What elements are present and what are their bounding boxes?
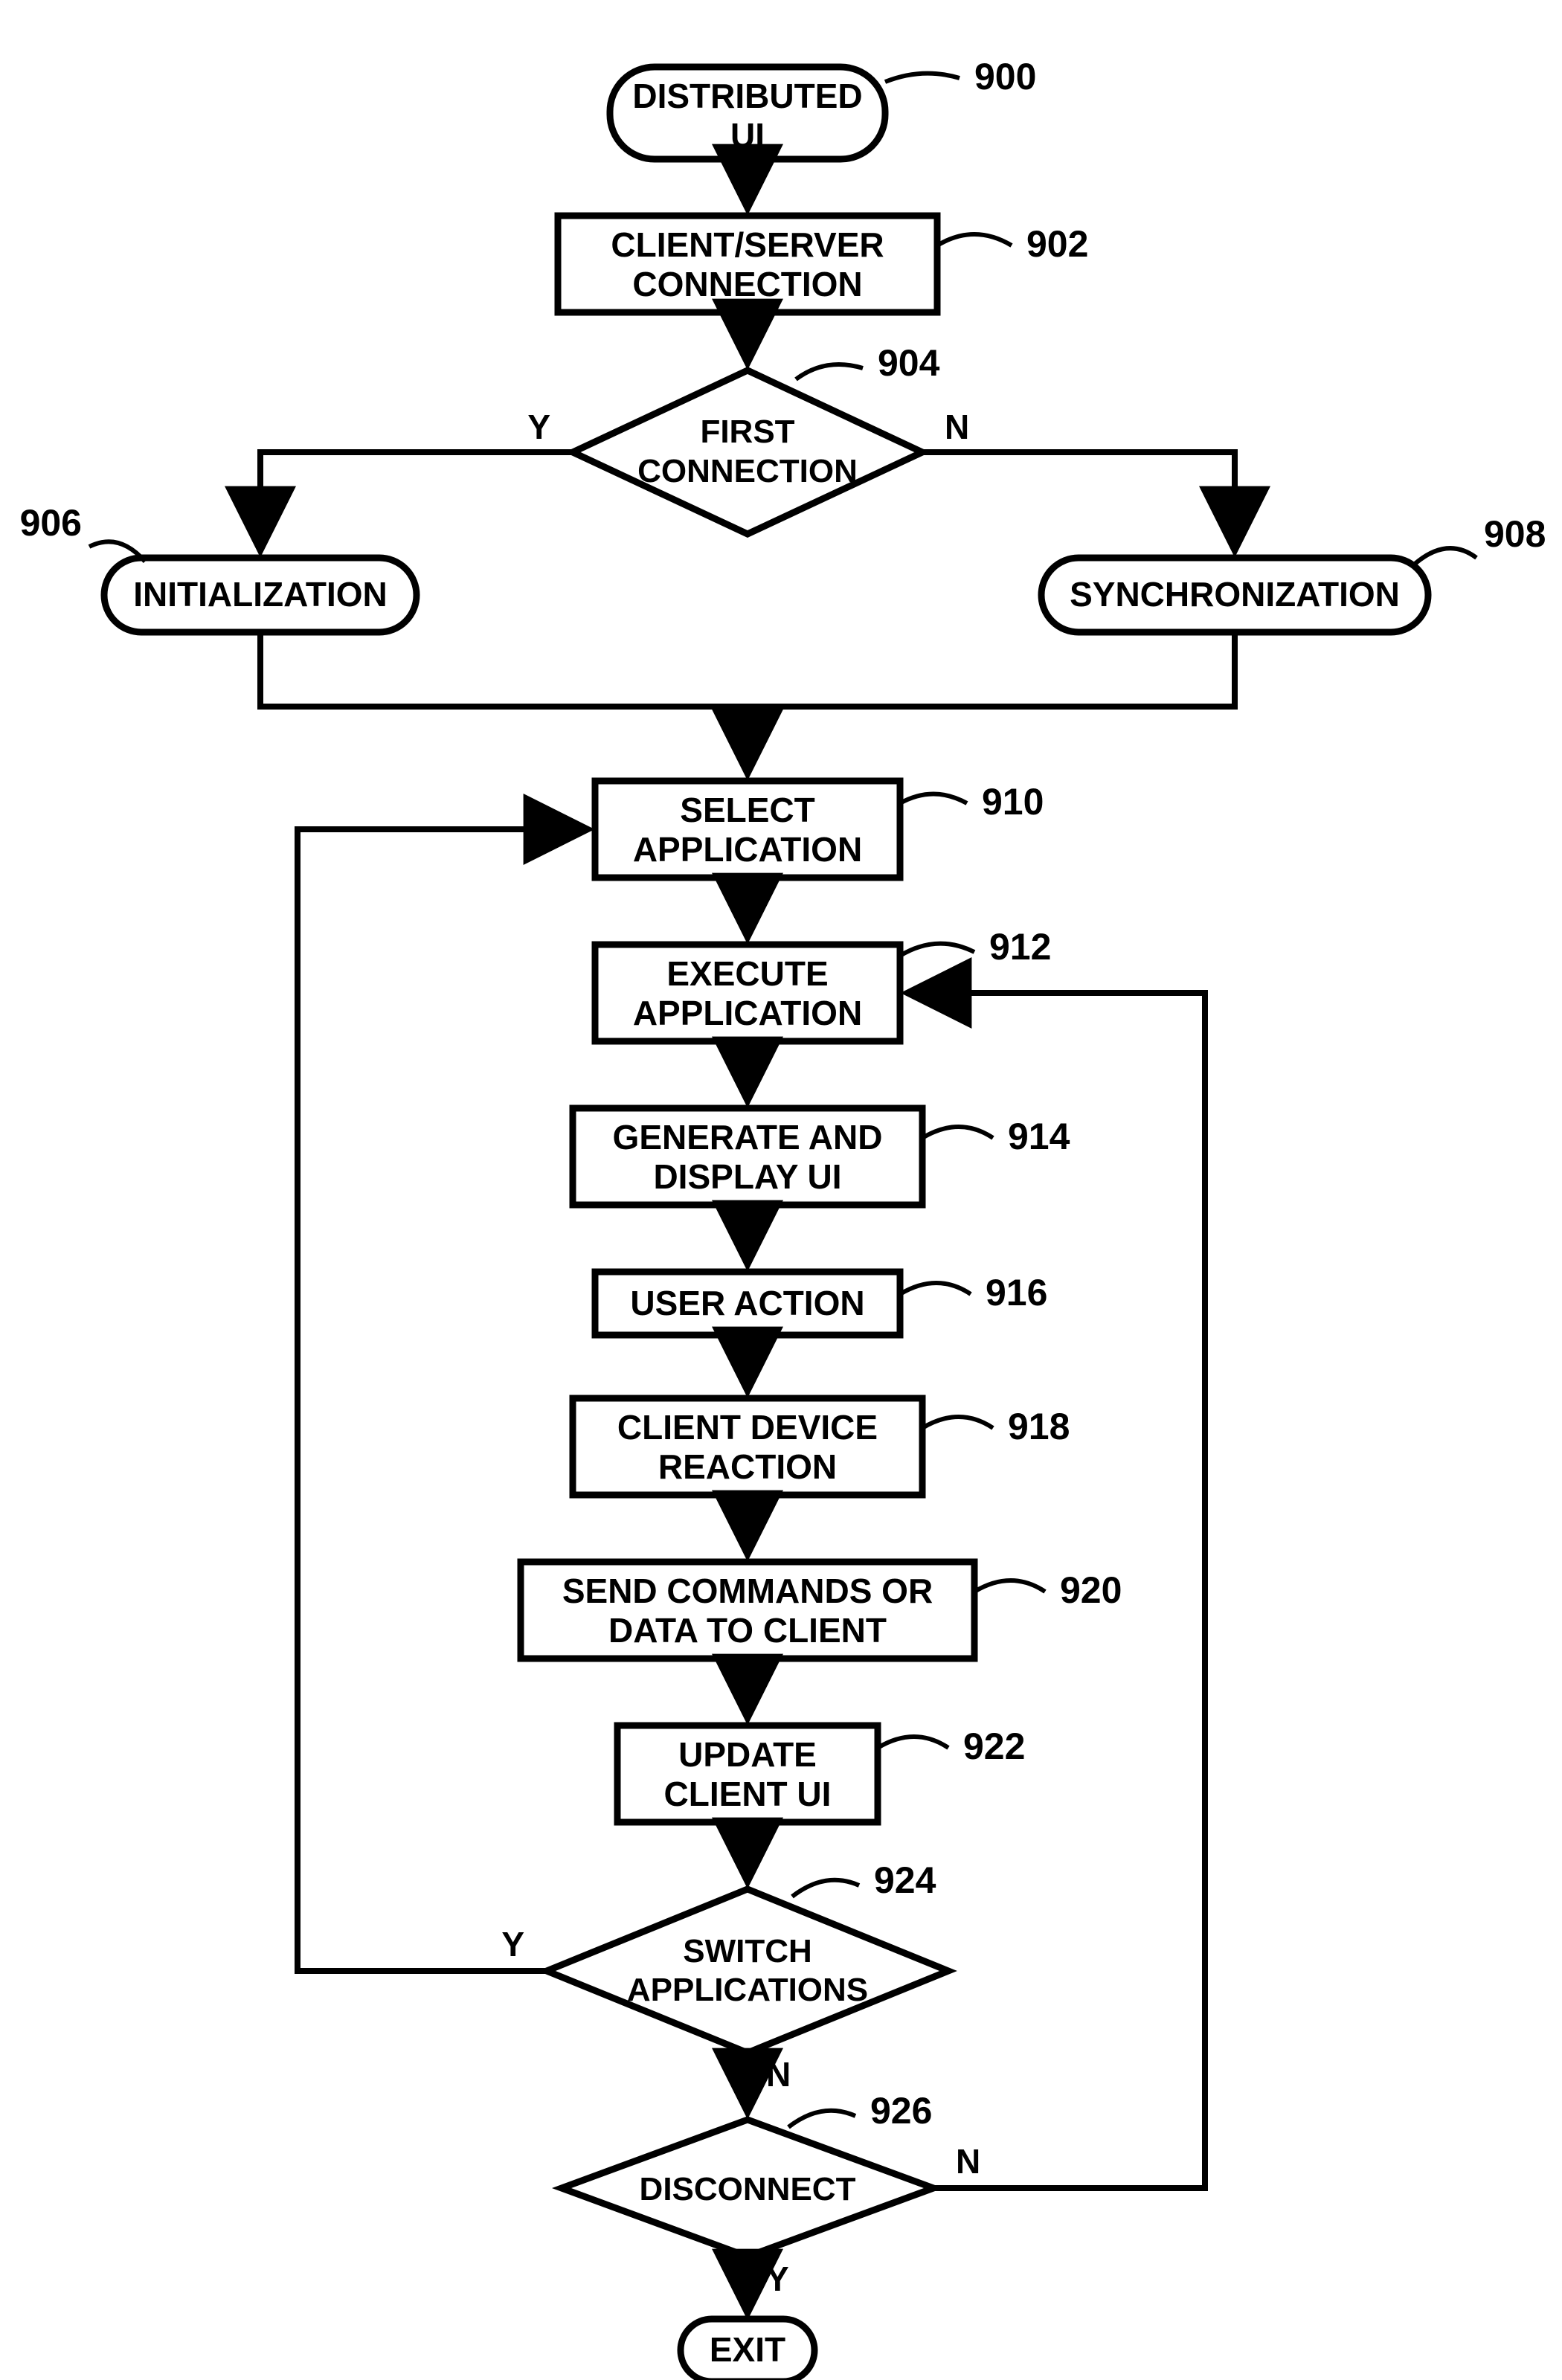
line-906-merge [260,632,748,707]
node-902-text1: CLIENT/SERVER [611,225,884,264]
ref-922: 922 [963,1726,1025,1767]
ref-leader-918 [922,1417,993,1428]
ref-904: 904 [878,342,940,384]
ref-918: 918 [1008,1406,1070,1447]
node-922-text1: UPDATE [678,1735,817,1774]
process-client-device-reaction: CLIENT DEVICE REACTION [573,1398,922,1495]
terminator-exit: EXIT [681,2319,814,2380]
ref-924: 924 [874,1859,936,1901]
node-exit-text1: EXIT [710,2330,785,2369]
process-user-action: USER ACTION [595,1272,900,1335]
node-902-text2: CONNECTION [632,265,862,303]
ref-leader-920 [974,1580,1045,1592]
line-908-merge [748,632,1235,707]
ref-leader-916 [900,1283,971,1294]
ref-902: 902 [1026,223,1088,265]
node-924-text2: APPLICATIONS [627,1972,868,2008]
node-918-text2: REACTION [658,1447,837,1486]
label-926-N: N [956,2142,980,2181]
label-926-Y: Y [766,2260,789,2298]
ref-912: 912 [989,926,1051,968]
process-select-application: SELECT APPLICATION [595,781,900,878]
node-924-text1: SWITCH [683,1933,812,1969]
process-send-commands-or-data-to-client: SEND COMMANDS OR DATA TO CLIENT [521,1562,974,1659]
node-904-text1: FIRST [700,414,794,450]
decision-disconnect: DISCONNECT [562,2120,933,2257]
label-924-N: N [766,2055,791,2094]
ref-leader-922 [878,1737,948,1748]
node-920-text2: DATA TO CLIENT [608,1611,887,1650]
node-910-text2: APPLICATION [633,830,862,869]
terminator-synchronization: SYNCHRONIZATION [1041,558,1428,632]
arrow-924-910-loop [298,829,588,1971]
ref-906: 906 [20,502,82,544]
terminator-distributed-ui: DISTRIBUTED UI [610,67,885,159]
node-900-text2: UI [730,116,765,155]
ref-leader-924 [792,1880,859,1897]
node-914-text2: DISPLAY UI [653,1157,841,1196]
node-926-text1: DISCONNECT [640,2171,856,2207]
node-900-text1: DISTRIBUTED [632,77,862,115]
node-906-text1: INITIALIZATION [133,575,388,614]
ref-leader-908 [1413,548,1476,565]
ref-leader-912 [900,944,974,956]
label-904-N: N [945,408,969,446]
ref-leader-902 [937,234,1012,245]
ref-920: 920 [1060,1569,1122,1611]
decision-switch-applications: SWITCH APPLICATIONS [547,1889,948,2053]
process-execute-application: EXECUTE APPLICATION [595,945,900,1041]
process-client-server-connection: CLIENT/SERVER CONNECTION [558,216,937,312]
label-924-Y: Y [501,1925,524,1964]
arrow-904-908 [922,452,1235,550]
ref-leader-904 [796,364,863,379]
ref-leader-914 [922,1127,993,1138]
process-generate-and-display-ui: GENERATE AND DISPLAY UI [573,1108,922,1205]
ref-914: 914 [1008,1116,1070,1157]
node-908-text1: SYNCHRONIZATION [1070,575,1400,614]
ref-916: 916 [986,1272,1047,1313]
terminator-initialization: INITIALIZATION [104,558,417,632]
node-914-text1: GENERATE AND [613,1118,883,1157]
ref-leader-900 [885,74,960,82]
node-912-text1: EXECUTE [666,954,828,993]
node-904-text2: CONNECTION [637,453,858,489]
node-920-text1: SEND COMMANDS OR [562,1572,933,1610]
ref-leader-910 [900,794,967,804]
ref-leader-926 [788,2111,855,2127]
node-912-text2: APPLICATION [633,994,862,1032]
node-922-text2: CLIENT UI [664,1775,832,1813]
process-update-client-ui: UPDATE CLIENT UI [617,1726,878,1822]
arrow-904-906 [260,452,573,550]
node-918-text1: CLIENT DEVICE [617,1408,878,1447]
ref-910: 910 [982,781,1044,823]
ref-908: 908 [1484,513,1546,555]
decision-first-connection: FIRST CONNECTION [573,370,922,534]
node-910-text1: SELECT [680,791,814,829]
node-916-text1: USER ACTION [630,1284,864,1322]
ref-926: 926 [870,2090,932,2132]
label-904-Y: Y [527,408,550,446]
ref-900: 900 [974,56,1036,97]
